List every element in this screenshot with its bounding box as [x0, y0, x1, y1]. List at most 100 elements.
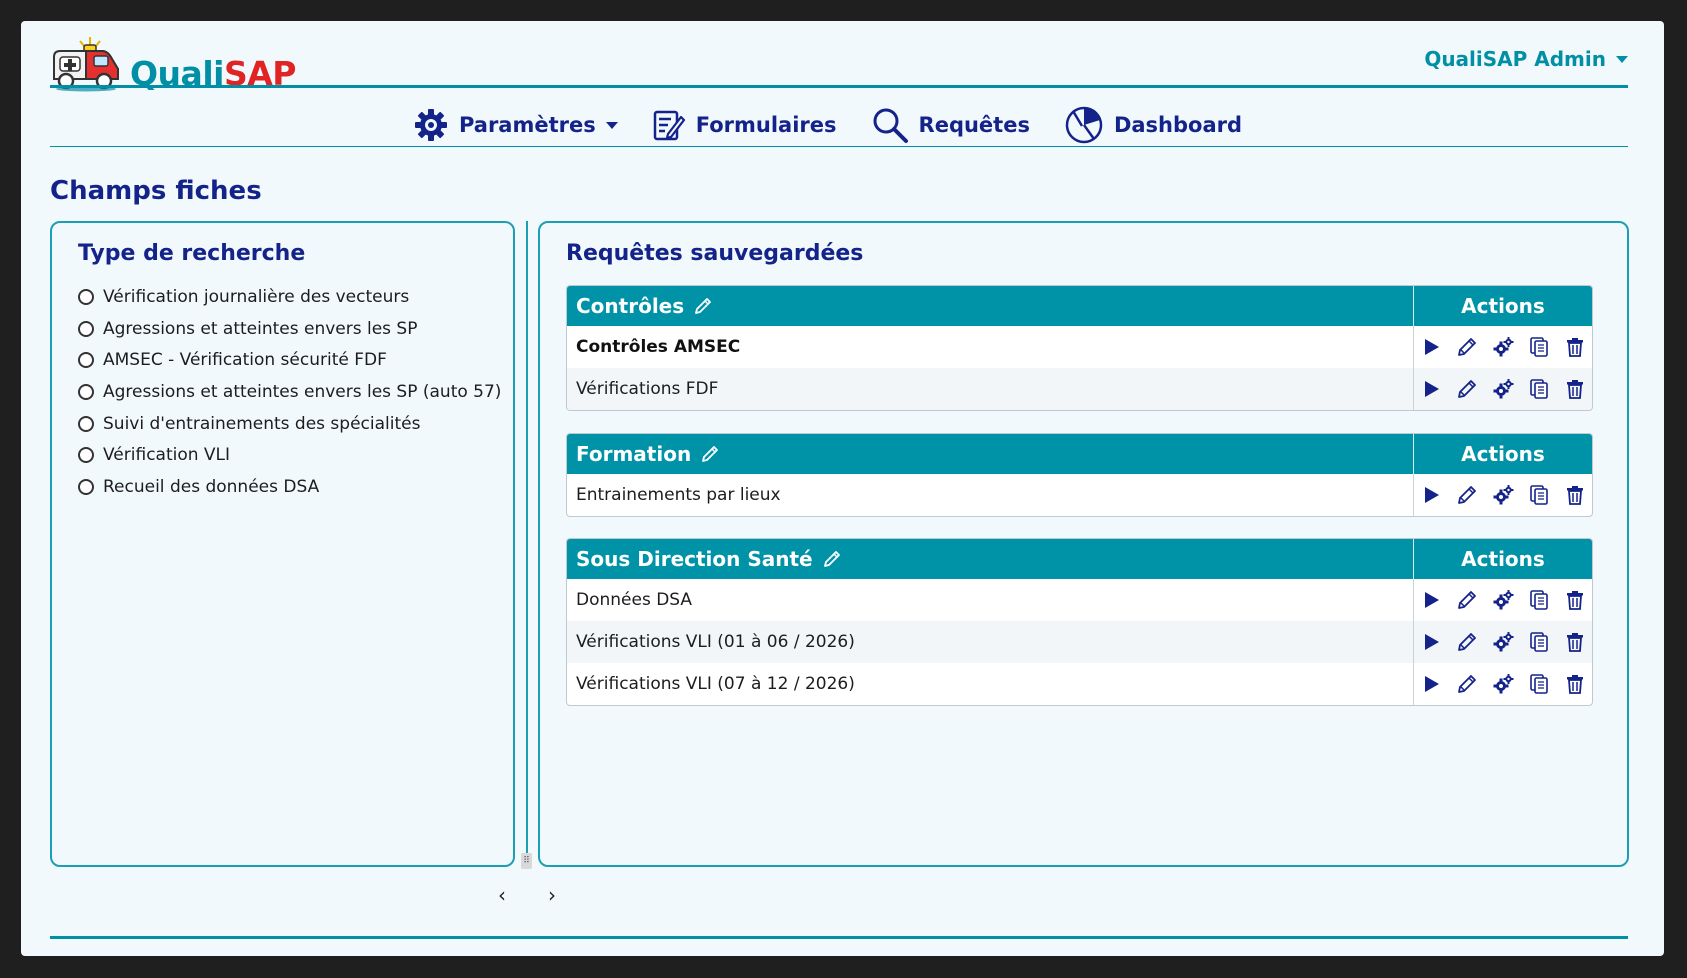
query-group-formation: Formation Actions Entrainements par lieu…: [566, 433, 1593, 517]
gears-icon[interactable]: [1492, 336, 1514, 358]
search-type-option[interactable]: Agressions et atteintes envers les SP: [78, 313, 501, 345]
copy-icon[interactable]: [1528, 673, 1550, 695]
pencil-icon[interactable]: [1456, 378, 1478, 400]
edit-group-pencil-icon[interactable]: [692, 295, 714, 317]
play-icon[interactable]: [1420, 378, 1442, 400]
row-actions: [1414, 579, 1592, 621]
group-name-cell: Formation: [567, 434, 1414, 474]
nav-parametres[interactable]: Paramètres: [413, 107, 618, 143]
option-label: Agressions et atteintes envers les SP (a…: [103, 381, 502, 402]
user-menu[interactable]: QualiSAP Admin: [1424, 47, 1628, 71]
group-name: Sous Direction Santé: [576, 547, 813, 571]
option-label: Suivi d'entrainements des spécialités: [103, 413, 421, 434]
nav-dashboard[interactable]: Dashboard: [1064, 105, 1242, 145]
nav-parametres-label: Paramètres: [458, 113, 596, 137]
query-row: Données DSA: [567, 579, 1592, 621]
nav-formulaires-label: Formulaires: [695, 113, 837, 137]
edit-group-pencil-icon[interactable]: [821, 548, 843, 570]
radio-button[interactable]: [78, 288, 94, 305]
pencil-icon[interactable]: [1456, 631, 1478, 653]
query-name[interactable]: Vérifications FDF: [567, 368, 1414, 410]
copy-icon[interactable]: [1528, 631, 1550, 653]
gears-icon[interactable]: [1492, 673, 1514, 695]
gears-icon[interactable]: [1492, 378, 1514, 400]
next-arrow-icon[interactable]: ›: [546, 883, 558, 907]
logo[interactable]: QualiSAP: [50, 25, 296, 93]
trash-icon[interactable]: [1564, 631, 1586, 653]
radio-button[interactable]: [78, 352, 94, 369]
row-actions: [1414, 326, 1592, 368]
search-type-option[interactable]: Vérification VLI: [78, 439, 501, 471]
option-label: Recueil des données DSA: [103, 476, 320, 497]
copy-icon[interactable]: [1528, 484, 1550, 506]
radio-button[interactable]: [78, 320, 94, 337]
search-type-option[interactable]: Recueil des données DSA: [78, 471, 501, 503]
query-group-header: Formation Actions: [567, 434, 1592, 474]
search-icon: [873, 108, 908, 143]
trash-icon[interactable]: [1564, 336, 1586, 358]
panel-splitter[interactable]: [526, 221, 528, 867]
nav-requetes[interactable]: Requêtes: [871, 106, 1030, 144]
query-row: Entrainements par lieux: [567, 474, 1592, 516]
play-icon[interactable]: [1420, 673, 1442, 695]
radio-button[interactable]: [78, 447, 94, 464]
nav-formulaires[interactable]: Formulaires: [652, 108, 837, 142]
query-name[interactable]: Vérifications VLI (07 à 12 / 2026): [567, 663, 1414, 705]
trash-icon[interactable]: [1564, 484, 1586, 506]
actions-header: Actions: [1461, 547, 1545, 571]
query-row: Vérifications VLI (01 à 06 / 2026): [567, 621, 1592, 663]
option-label: Vérification journalière des vecteurs: [103, 286, 410, 307]
search-type-option[interactable]: Vérification journalière des vecteurs: [78, 281, 501, 313]
query-name[interactable]: Entrainements par lieux: [567, 474, 1414, 516]
trash-icon[interactable]: [1564, 378, 1586, 400]
copy-icon[interactable]: [1528, 378, 1550, 400]
search-type-option[interactable]: Agressions et atteintes envers les SP (a…: [78, 376, 501, 408]
pencil-icon[interactable]: [1456, 589, 1478, 611]
pencil-icon[interactable]: [1456, 673, 1478, 695]
chevron-down-icon: [1616, 55, 1628, 63]
group-name: Contrôles: [576, 294, 685, 318]
chevron-down-icon: [605, 121, 618, 129]
option-label: AMSEC - Vérification sécurité FDF: [103, 350, 387, 371]
row-actions: [1414, 663, 1592, 705]
splitter-grip-icon[interactable]: ⠿: [521, 853, 532, 869]
query-group-header: Sous Direction Santé Actions: [567, 539, 1592, 579]
query-name[interactable]: Données DSA: [567, 579, 1414, 621]
radio-button[interactable]: [78, 478, 94, 495]
play-icon[interactable]: [1420, 631, 1442, 653]
copy-icon[interactable]: [1528, 336, 1550, 358]
radio-button[interactable]: [78, 383, 94, 400]
search-type-options: Vérification journalière des vecteurs Ag…: [78, 281, 501, 503]
edit-group-pencil-icon[interactable]: [699, 443, 721, 465]
search-type-option[interactable]: Suivi d'entrainements des spécialités: [78, 408, 501, 440]
group-name: Formation: [576, 442, 692, 466]
search-type-option[interactable]: AMSEC - Vérification sécurité FDF: [78, 344, 501, 376]
gears-icon[interactable]: [1492, 484, 1514, 506]
prev-arrow-icon[interactable]: ‹: [496, 883, 508, 907]
query-name[interactable]: Contrôles AMSEC: [567, 326, 1414, 368]
play-icon[interactable]: [1420, 589, 1442, 611]
radio-button[interactable]: [78, 415, 94, 432]
copy-icon[interactable]: [1528, 589, 1550, 611]
page-title: Champs fiches: [50, 176, 262, 206]
pencil-icon[interactable]: [1456, 336, 1478, 358]
query-group-header: Contrôles Actions: [567, 286, 1592, 326]
trash-icon[interactable]: [1564, 673, 1586, 695]
pencil-icon[interactable]: [1456, 484, 1478, 506]
query-row: Contrôles AMSEC: [567, 326, 1592, 368]
app-window: QualiSAP QualiSAP Admin Paramètres Formu…: [21, 21, 1664, 956]
panel-pager: ‹ ›: [496, 883, 558, 907]
trash-icon[interactable]: [1564, 589, 1586, 611]
query-name[interactable]: Vérifications VLI (01 à 06 / 2026): [567, 621, 1414, 663]
nav-dashboard-label: Dashboard: [1113, 113, 1243, 137]
gears-icon[interactable]: [1492, 631, 1514, 653]
nav-divider: [50, 146, 1628, 147]
query-group-sous-direction-sante: Sous Direction Santé Actions Données DSA…: [566, 538, 1593, 706]
query-group-controles: Contrôles Actions Contrôles AMSEC Vérifi…: [566, 285, 1593, 411]
play-icon[interactable]: [1420, 336, 1442, 358]
play-icon[interactable]: [1420, 484, 1442, 506]
saved-queries-title: Requêtes sauvegardées: [566, 241, 864, 266]
header-divider: [50, 85, 1628, 88]
gears-icon[interactable]: [1492, 589, 1514, 611]
footer-divider: [50, 936, 1628, 939]
